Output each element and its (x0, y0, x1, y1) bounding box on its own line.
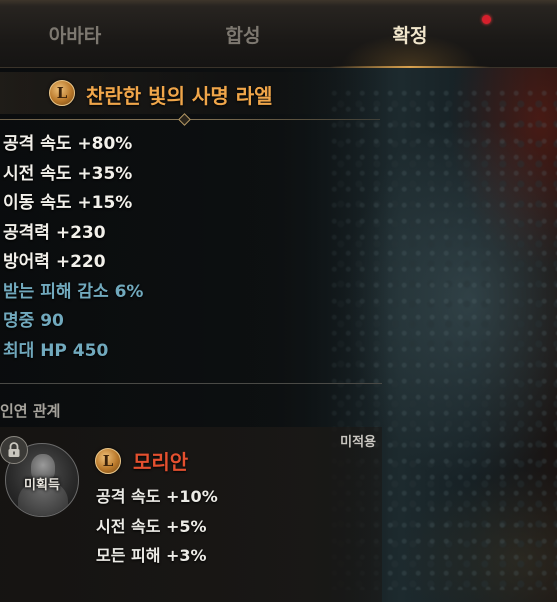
bond-card[interactable]: 미적용 미획득 L 모리안 공격 속도 +10% 시전 속도 +5% 모든 피해… (0, 427, 382, 602)
tab-avatar[interactable]: 아바타 (0, 0, 155, 68)
item-title-row: L 찬란한 빛의 사명 라엘 (0, 72, 370, 114)
stat-line: 시전 속도 +35% (3, 163, 133, 184)
tab-confirm-label: 확정 (392, 24, 428, 47)
stat-line: 이동 속도 +15% (3, 193, 133, 213)
divider-gem-icon (178, 113, 191, 126)
stat-line-bonus: 받는 피해 감소 6% (3, 281, 144, 302)
tab-bar: 아바타 합성 확정 (0, 0, 557, 68)
bond-section-label: 인연 관계 (0, 402, 61, 420)
legendary-grade-icon: L (49, 80, 75, 106)
tab-synthesis[interactable]: 합성 (163, 0, 323, 68)
bond-status: 미적용 (340, 435, 376, 450)
stat-line: 공격 속도 +80% (3, 134, 133, 154)
item-stats-list: 공격 속도 +80% 시전 속도 +35% 이동 속도 +15% 공격력 +23… (3, 130, 143, 366)
lock-icon (0, 436, 28, 464)
stat-line: 공격력 +230 (3, 222, 106, 243)
bond-stat-line: 모든 피해 +3% (96, 546, 207, 565)
tab-confirm[interactable]: 확정 (330, 0, 490, 68)
stat-line-bonus: 명중 90 (3, 311, 64, 331)
bond-character-name: 모리안 (133, 450, 189, 474)
item-title: 찬란한 빛의 사명 라엘 (86, 84, 273, 108)
portrait-unobtained-label: 미획득 (24, 478, 60, 493)
stat-line: 방어력 +220 (3, 252, 106, 272)
ornament-divider (0, 113, 380, 126)
bond-stat-line: 시전 속도 +5% (96, 516, 207, 536)
section-divider (0, 383, 382, 384)
legendary-grade-icon: L (95, 448, 121, 474)
bond-stats-list: 공격 속도 +10% 시전 속도 +5% 모든 피해 +3% (96, 482, 218, 571)
bond-stat-line: 공격 속도 +10% (96, 487, 218, 506)
stat-line-bonus: 최대 HP 450 (3, 340, 109, 361)
notification-dot (482, 15, 491, 24)
